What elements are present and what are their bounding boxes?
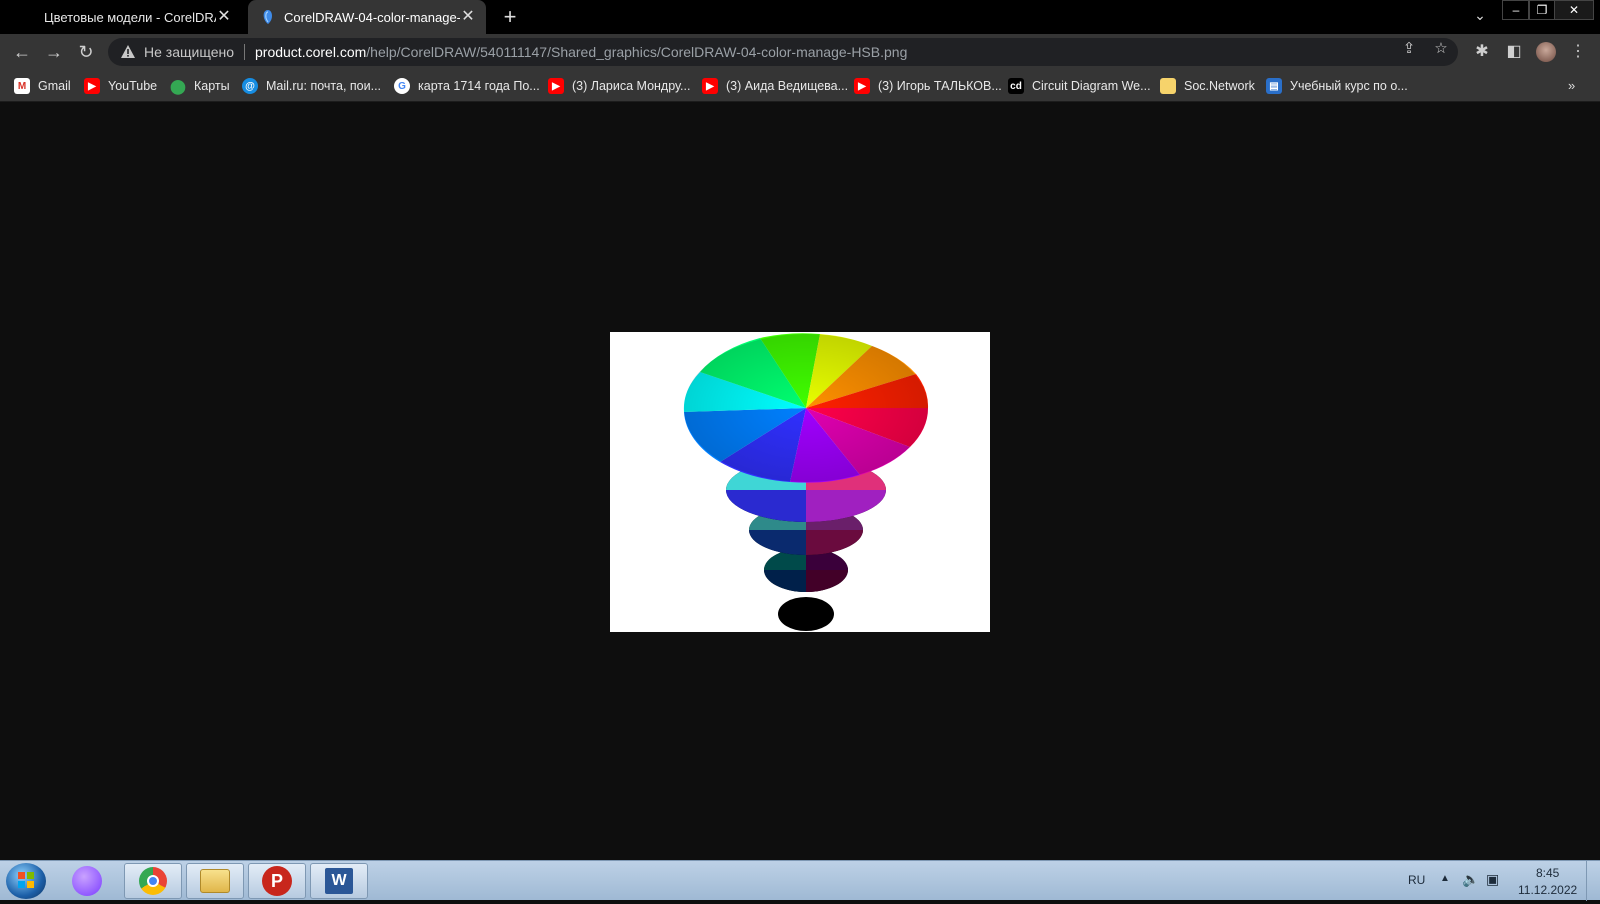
security-status[interactable]: Не защищено	[144, 44, 234, 60]
google-icon: G	[394, 78, 410, 94]
close-icon[interactable]: ✕	[216, 9, 232, 25]
browser-toolbar: ← → ↻ Не защищено product.corel.com/help…	[0, 34, 1600, 70]
windows-logo-icon	[18, 872, 34, 888]
show-desktop-button[interactable]	[1586, 861, 1600, 901]
bookmark-label: (3) Лариса Мондру...	[572, 79, 691, 93]
bookmark-label: Mail.ru: почта, пои...	[266, 79, 382, 93]
forward-button[interactable]: →	[42, 40, 66, 64]
back-button[interactable]: ←	[10, 40, 34, 64]
clock-time[interactable]: 8:45	[1536, 866, 1559, 880]
gmail-icon: M	[14, 78, 30, 94]
youtube-icon: ▶	[84, 78, 100, 94]
tray-expand-icon[interactable]: ▲	[1440, 873, 1450, 884]
maps-icon: ⬤	[170, 77, 186, 94]
folder-icon	[1160, 78, 1176, 94]
explorer-icon	[200, 869, 230, 893]
more-bookmarks-chevron-icon[interactable]: »	[1568, 78, 1575, 93]
bookmark-gmail[interactable]: M Gmail	[14, 76, 71, 96]
word-app[interactable]: W	[310, 863, 368, 899]
bookmark-label: (3) Игорь ТАЛЬКОВ...	[878, 79, 1002, 93]
bookmark-larisa[interactable]: ▶ (3) Лариса Мондру...	[548, 76, 690, 96]
alice-app[interactable]	[58, 863, 116, 899]
bookmark-star-icon[interactable]: ☆	[1432, 40, 1450, 58]
close-icon[interactable]: ✕	[460, 9, 476, 25]
bookmark-label: Учебный курс по о...	[1290, 79, 1408, 93]
start-button[interactable]	[6, 863, 46, 899]
mailru-icon: @	[242, 78, 258, 94]
hue-wheel-top	[683, 333, 929, 483]
youtube-icon: ▶	[854, 78, 870, 94]
restore-button[interactable]: ❐	[1528, 0, 1556, 20]
hsb-color-model-image[interactable]	[610, 332, 990, 632]
bookmark-mailru[interactable]: @ Mail.ru: почта, пои...	[242, 76, 381, 96]
new-tab-button[interactable]: +	[498, 5, 522, 29]
tab-title: CorelDRAW-04-color-manage-HSB.png	[284, 9, 460, 25]
tab-strip: Цветовые модели - CorelDRAW ✕ CorelDRAW-…	[0, 0, 1600, 34]
bookmark-label: Карты	[194, 79, 230, 93]
tab-color-models[interactable]: Цветовые модели - CorelDRAW ✕	[32, 0, 242, 34]
bookmark-maps[interactable]: ⬤ Карты	[170, 76, 230, 96]
tab-title: Цветовые модели - CorelDRAW	[44, 9, 216, 25]
address-bar[interactable]: Не защищено product.corel.com/help/Corel…	[108, 38, 1458, 66]
network-icon[interactable]: ▣	[1486, 871, 1499, 888]
bookmark-circuit[interactable]: cd Circuit Diagram We...	[1008, 76, 1151, 96]
corel-favicon-icon	[263, 10, 272, 24]
bookmark-socnetwork[interactable]: Soc.Network	[1160, 76, 1255, 96]
chrome-app[interactable]	[124, 863, 182, 899]
bookmark-aida[interactable]: ▶ (3) Аида Ведищева...	[702, 76, 848, 96]
circuit-icon: cd	[1008, 78, 1024, 94]
clock-date[interactable]: 11.12.2022	[1518, 883, 1577, 897]
menu-kebab-icon[interactable]: ⋮	[1568, 42, 1588, 62]
p-app[interactable]: P	[248, 863, 306, 899]
url-path: /help/CorelDRAW/540111147/Shared_graphic…	[366, 44, 908, 60]
bookmark-map-1714[interactable]: G карта 1714 года По...	[394, 76, 540, 96]
reload-button[interactable]: ↻	[74, 40, 98, 64]
youtube-icon: ▶	[548, 78, 564, 94]
tab-search-chevron-icon[interactable]: ⌄	[1470, 7, 1490, 27]
bookmark-youtube[interactable]: ▶ YouTube	[84, 76, 157, 96]
hsb-cone-graphic	[683, 333, 929, 631]
minimize-button[interactable]: –	[1502, 0, 1530, 20]
bookmark-label: YouTube	[108, 79, 158, 93]
page-viewport	[0, 102, 1600, 860]
youtube-icon: ▶	[702, 78, 718, 94]
word-icon: W	[325, 868, 353, 894]
volume-icon[interactable]: 🔈	[1462, 871, 1479, 888]
share-icon[interactable]: ⇪	[1400, 40, 1418, 58]
bookmark-igor[interactable]: ▶ (3) Игорь ТАЛЬКОВ...	[854, 76, 1002, 96]
warning-icon	[121, 45, 135, 58]
url-domain: product.corel.com	[255, 44, 367, 60]
language-indicator[interactable]: RU	[1408, 873, 1425, 887]
explorer-app[interactable]	[186, 863, 244, 899]
extensions-icon[interactable]: ✱	[1472, 42, 1492, 62]
alice-icon	[72, 866, 102, 896]
app-p-icon: P	[262, 866, 292, 896]
taskbar: P W RU ▲ 🔈 ▣ 8:45 11.12.2022	[0, 860, 1600, 901]
tab-hsb-image[interactable]: CorelDRAW-04-color-manage-HSB.png ✕	[248, 0, 486, 34]
bookmark-course[interactable]: ▤ Учебный курс по о...	[1266, 76, 1408, 96]
divider	[244, 44, 245, 60]
bookmark-label: карта 1714 года По...	[418, 79, 540, 93]
bookmark-label: (3) Аида Ведищева...	[726, 79, 849, 93]
close-window-button[interactable]: ✕	[1554, 0, 1594, 20]
bookmarks-bar: M Gmail ▶ YouTube ⬤ Карты @ Mail.ru: поч…	[0, 70, 1600, 102]
chrome-icon	[139, 867, 167, 895]
bookmark-label: Gmail	[38, 79, 71, 93]
course-icon: ▤	[1266, 78, 1282, 94]
bookmark-label: Soc.Network	[1184, 79, 1255, 93]
profile-avatar[interactable]	[1536, 42, 1556, 62]
bookmark-label: Circuit Diagram We...	[1032, 79, 1151, 93]
side-panel-icon[interactable]: ◧	[1504, 42, 1524, 62]
